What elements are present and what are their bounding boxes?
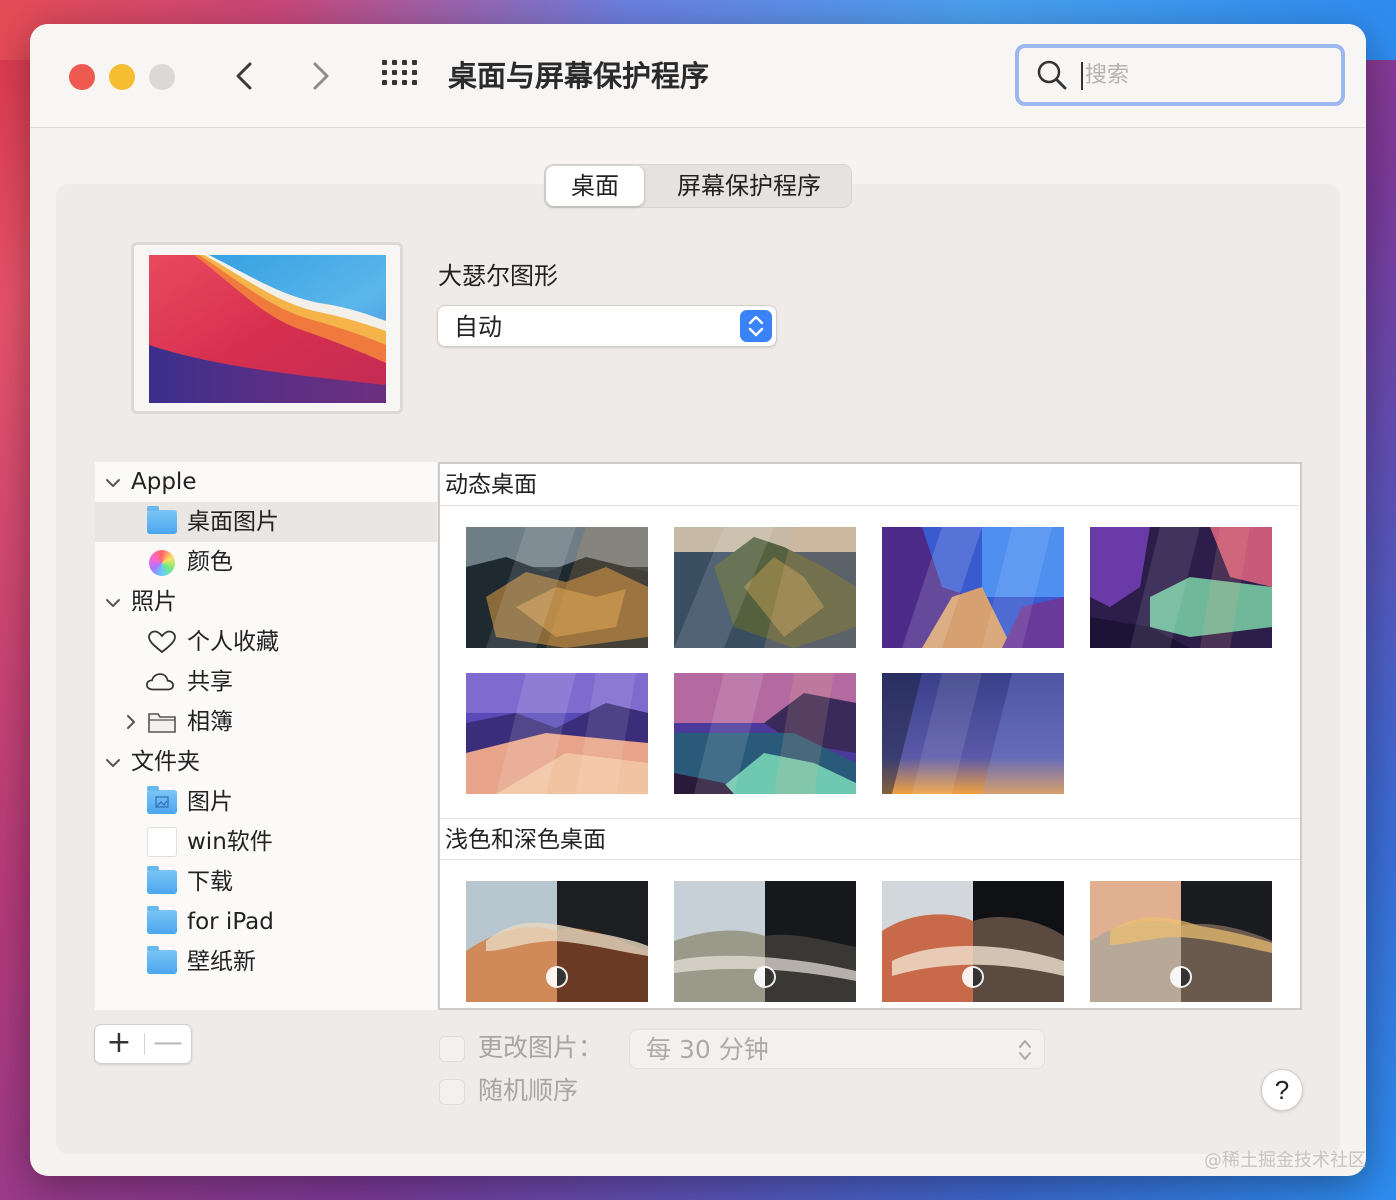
search-field[interactable]: [1015, 44, 1345, 106]
sidebar-item-label: 相簿: [187, 709, 233, 735]
chevron-down-icon: [106, 759, 120, 767]
source-sidebar: Apple 桌面图片 颜色 照片 个人收藏 共享 相簿 文件夹 图片 win软件…: [95, 462, 437, 1010]
sidebar-item-shared[interactable]: 共享: [95, 662, 437, 702]
sidebar-item-label: 个人收藏: [187, 629, 279, 655]
change-interval-value: 每 30 分钟: [646, 1035, 769, 1064]
wallpaper-thumb[interactable]: [466, 527, 648, 648]
heart-icon: [148, 630, 176, 654]
folder-icon: [148, 713, 176, 733]
wallpaper-thumb[interactable]: [882, 673, 1064, 794]
remove-folder-button[interactable]: —: [145, 1025, 191, 1063]
sidebar-item-wallpaper-new[interactable]: 壁纸新: [95, 942, 437, 982]
color-wheel-icon: [149, 550, 175, 576]
chevron-right-icon: [127, 715, 135, 729]
sidebar-item-label: 壁纸新: [187, 949, 256, 975]
search-input[interactable]: [1085, 58, 1325, 92]
wallpaper-preview: [131, 242, 403, 414]
sidebar-item-favorites[interactable]: 个人收藏: [95, 622, 437, 662]
sidebar-group-label: 照片: [131, 589, 177, 615]
select-arrows-icon: [740, 310, 772, 342]
sidebar-group-folders[interactable]: 文件夹: [95, 742, 437, 782]
help-button[interactable]: ?: [1261, 1069, 1303, 1111]
random-order-checkbox[interactable]: [439, 1079, 465, 1105]
sidebar-group-photos[interactable]: 照片: [95, 582, 437, 622]
close-button[interactable]: [69, 64, 95, 90]
window-title: 桌面与屏幕保护程序: [448, 59, 710, 93]
chevron-right-icon: [313, 62, 329, 90]
change-picture-label: 更改图片：: [478, 1033, 604, 1062]
sidebar-item-albums[interactable]: 相簿: [95, 702, 437, 742]
wallpaper-thumb[interactable]: [466, 881, 648, 1002]
sidebar-item-label: for iPad: [187, 909, 274, 935]
wallpaper-name: 大瑟尔图形: [438, 262, 558, 290]
add-folder-button[interactable]: +: [95, 1025, 143, 1063]
wallpaper-thumb[interactable]: [674, 527, 856, 648]
titlebar: 桌面与屏幕保护程序: [30, 24, 1366, 128]
sidebar-item-downloads[interactable]: 下载: [95, 862, 437, 902]
sidebar-item-label: 共享: [187, 669, 233, 695]
sidebar-item-desktop-pictures[interactable]: 桌面图片: [95, 502, 437, 542]
folder-icon: [147, 506, 177, 534]
sidebar-group-label: Apple: [131, 469, 197, 495]
blank-file-icon: [147, 827, 177, 857]
sidebar-group-apple[interactable]: Apple: [95, 462, 437, 502]
forward-button[interactable]: [300, 54, 340, 98]
chevron-down-icon: [106, 479, 120, 487]
wallpaper-thumb[interactable]: [1090, 527, 1272, 648]
back-button[interactable]: [225, 54, 265, 98]
zoom-button: [149, 64, 175, 90]
folder-icon: [147, 906, 177, 934]
change-picture-checkbox[interactable]: [439, 1036, 465, 1062]
sidebar-item-win-software[interactable]: win软件: [95, 822, 437, 862]
sidebar-item-colors[interactable]: 颜色: [95, 542, 437, 582]
random-order-label: 随机顺序: [478, 1076, 579, 1105]
wallpaper-gallery: 动态桌面 浅色和深色桌面: [438, 462, 1302, 1010]
wallpaper-thumb[interactable]: [674, 673, 856, 794]
wallpaper-thumb[interactable]: [466, 673, 648, 794]
wallpaper-thumb[interactable]: [1090, 881, 1272, 1002]
minimize-button[interactable]: [109, 64, 135, 90]
sidebar-item-pictures[interactable]: 图片: [95, 782, 437, 822]
tab-desktop[interactable]: 桌面: [546, 166, 644, 206]
change-interval-select[interactable]: 每 30 分钟: [629, 1029, 1045, 1069]
wallpaper-thumb[interactable]: [882, 527, 1064, 648]
wallpaper-thumb[interactable]: [674, 881, 856, 1002]
sidebar-group-label: 文件夹: [131, 749, 200, 775]
text-caret: [1081, 62, 1083, 90]
wallpaper-preview-image: [149, 255, 386, 403]
watermark: @稀土掘金技术社区: [1204, 1150, 1366, 1171]
sidebar-item-for-ipad[interactable]: for iPad: [95, 902, 437, 942]
sidebar-item-label: 颜色: [187, 549, 233, 575]
add-remove-control: + —: [94, 1024, 192, 1064]
chevron-left-icon: [236, 62, 252, 90]
appearance-mode-value: 自动: [454, 313, 502, 341]
appearance-mode-select[interactable]: 自动: [437, 305, 777, 347]
tab-screensaver[interactable]: 屏幕保护程序: [649, 165, 849, 207]
folder-icon: [147, 866, 177, 894]
preferences-window: 桌面与屏幕保护程序 桌面 屏幕保护程序: [30, 24, 1366, 1176]
section-title-dynamic: 动态桌面: [440, 464, 1300, 506]
sidebar-item-label: 图片: [187, 789, 233, 815]
wallpaper-thumb[interactable]: [882, 881, 1064, 1002]
sidebar-item-label: 桌面图片: [187, 509, 279, 535]
section-title-light-dark: 浅色和深色桌面: [440, 818, 1300, 860]
cloud-icon: [146, 673, 174, 691]
tab-switcher: 桌面 屏幕保护程序: [544, 164, 852, 208]
chevron-down-icon: [106, 599, 120, 607]
show-all-grid-icon[interactable]: [382, 60, 418, 90]
search-icon: [1037, 60, 1067, 90]
select-arrows-icon: [1019, 1040, 1031, 1060]
pictures-folder-icon: [147, 786, 177, 814]
folder-icon: [147, 946, 177, 974]
sidebar-item-label: 下载: [187, 869, 233, 895]
sidebar-item-label: win软件: [187, 829, 273, 855]
